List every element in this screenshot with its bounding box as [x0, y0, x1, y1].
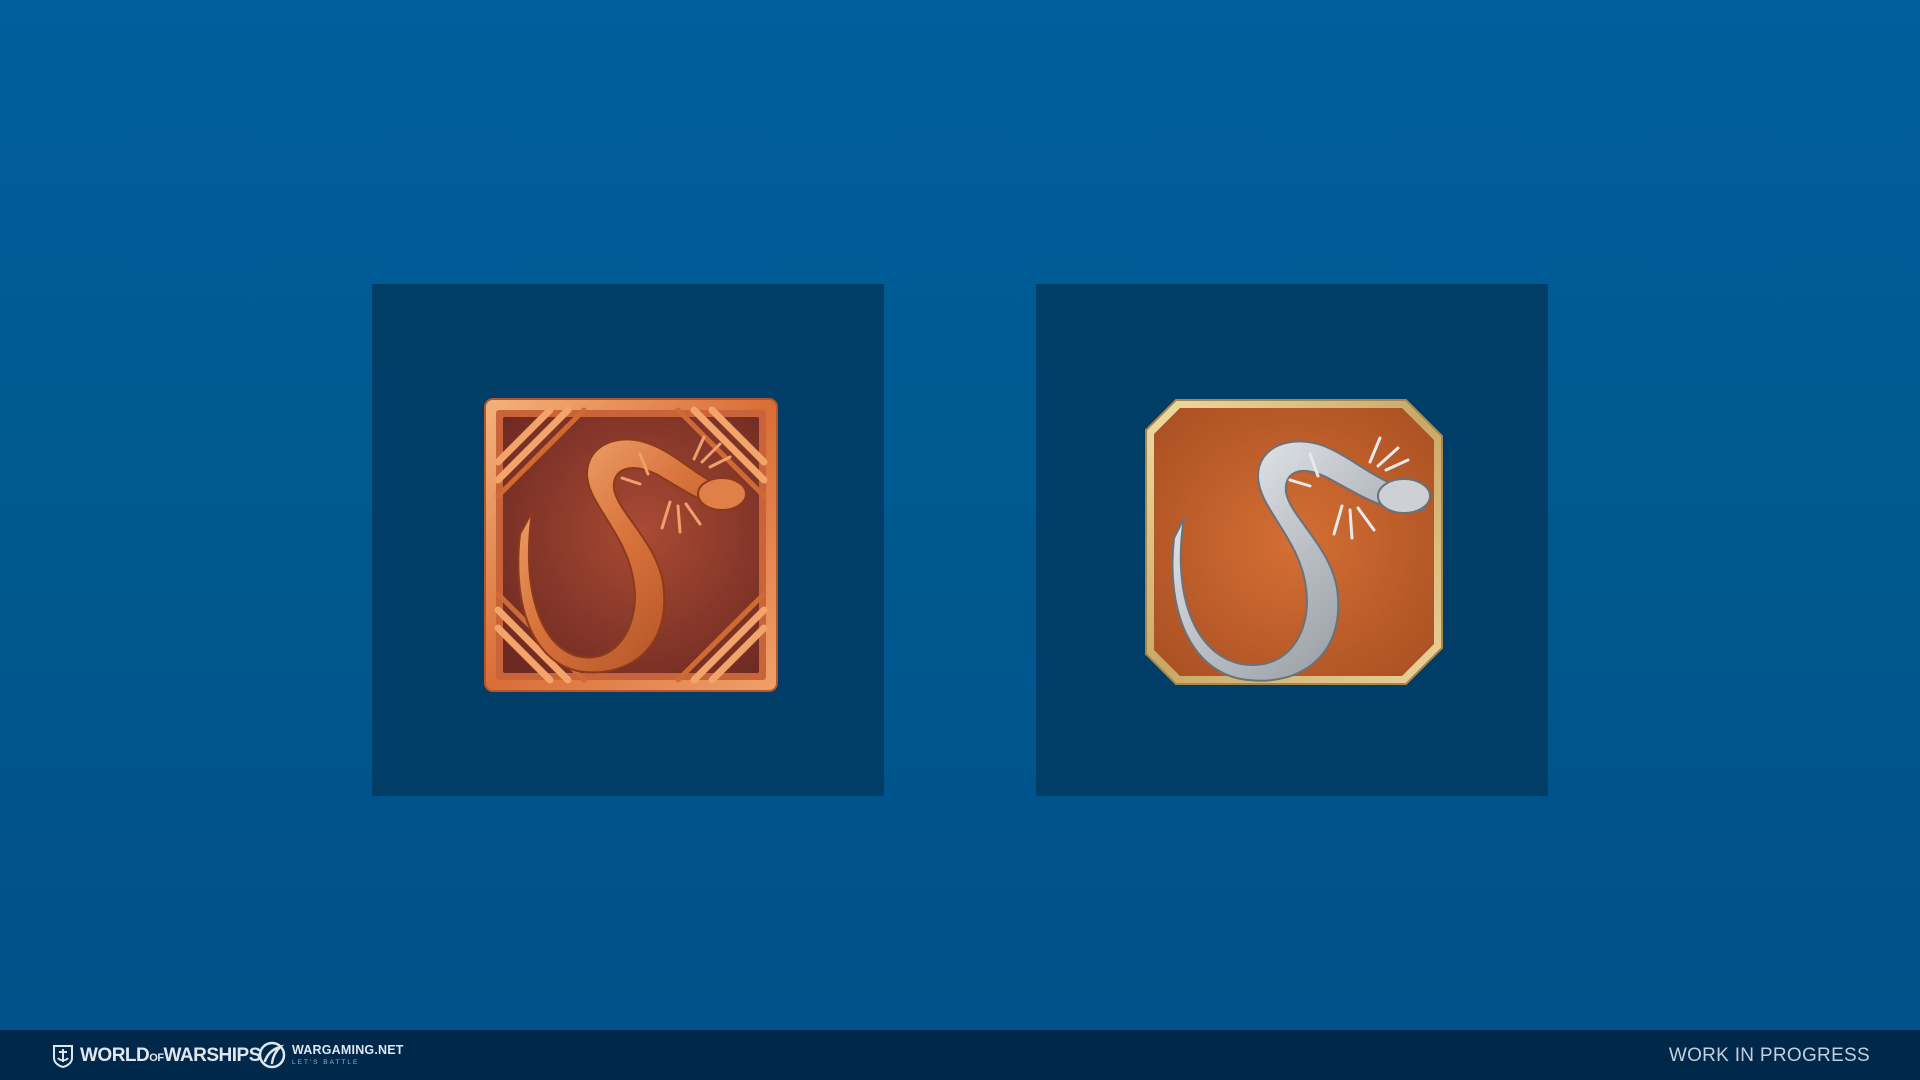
logo-word-world: WORLD — [80, 1045, 150, 1066]
publisher-slogan: LET'S BATTLE — [292, 1058, 360, 1066]
footer-bar: WORLDOFWARSHIPS WARGAMING.NET LET'S BATT… — [0, 1030, 1920, 1080]
wargaming-logo: WARGAMING.NET LET'S BATTLE — [258, 1040, 404, 1070]
salamander-icon — [484, 398, 778, 692]
logo-word-warships: WARSHIPS — [163, 1045, 262, 1066]
wargaming-swirl-icon — [258, 1041, 286, 1069]
logo-word-of: OF — [149, 1052, 164, 1064]
work-in-progress-label: WORK IN PROGRESS — [1668, 1045, 1870, 1066]
publisher-name: WARGAMING.NET — [292, 1043, 404, 1057]
world-of-warships-logo: WORLDOFWARSHIPS — [52, 1043, 261, 1069]
bronze-emblem-panel — [372, 284, 884, 796]
salamander-icon — [1145, 399, 1443, 685]
silver-emblem-panel — [1036, 284, 1548, 796]
anchor-shield-icon — [53, 1045, 73, 1068]
